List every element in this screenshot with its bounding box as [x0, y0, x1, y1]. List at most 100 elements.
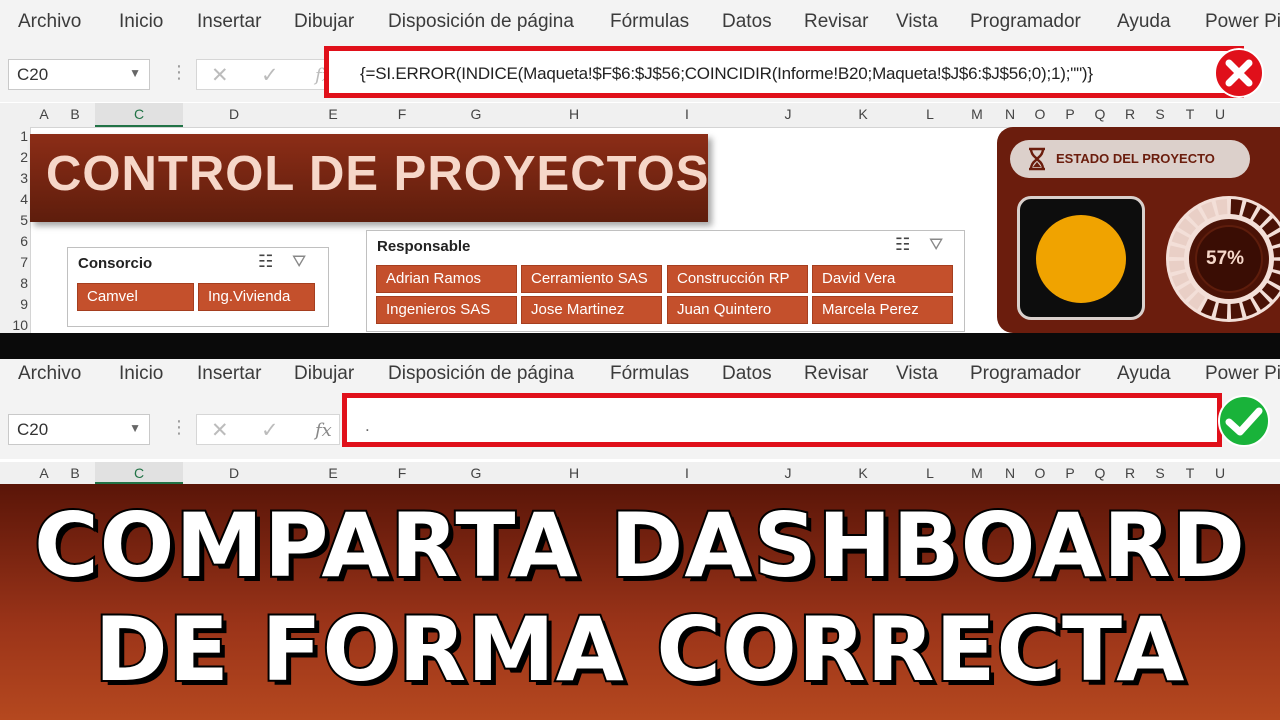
slicer-item[interactable]: Ingenieros SAS	[376, 296, 517, 324]
chevron-down-icon[interactable]: ▼	[129, 421, 141, 435]
row-header[interactable]: 8	[0, 275, 28, 291]
tab-datos[interactable]: Datos	[722, 11, 772, 33]
row-header[interactable]: 7	[0, 254, 28, 270]
column-header[interactable]: N	[1000, 106, 1020, 122]
column-header[interactable]: K	[854, 465, 872, 481]
column-header[interactable]: F	[392, 106, 412, 122]
multi-select-icon[interactable]: ☷	[895, 235, 910, 255]
row-header[interactable]: 9	[0, 296, 28, 312]
tab-ayuda[interactable]: Ayuda	[1117, 11, 1171, 33]
column-header[interactable]: P	[1060, 106, 1080, 122]
tab-programador[interactable]: Programador	[970, 11, 1081, 33]
column-header[interactable]: Q	[1090, 465, 1110, 481]
name-box[interactable]: C20 ▼	[8, 414, 150, 445]
tab-dibujar[interactable]: Dibujar	[294, 363, 354, 385]
slicer-item-ing-vivienda[interactable]: Ing.Vivienda	[198, 283, 315, 311]
formula-bar-highlight-bottom[interactable]	[342, 393, 1222, 447]
tab-formulas[interactable]: Fórmulas	[610, 363, 689, 385]
tab-revisar[interactable]: Revisar	[804, 363, 868, 385]
column-header[interactable]: O	[1030, 465, 1050, 481]
column-header[interactable]: G	[466, 106, 486, 122]
column-header[interactable]: I	[680, 106, 694, 122]
drag-handle-icon[interactable]: ⋮	[170, 62, 188, 83]
slicer-item[interactable]: Cerramiento SAS	[521, 265, 662, 293]
check-icon[interactable]: ✓	[261, 418, 279, 443]
row-header[interactable]: 10	[0, 317, 28, 333]
column-header[interactable]: Q	[1090, 106, 1110, 122]
row-header[interactable]: 3	[0, 170, 28, 186]
cancel-icon[interactable]: ✕	[211, 418, 229, 443]
tab-inicio[interactable]: Inicio	[119, 363, 163, 385]
column-header[interactable]: R	[1120, 465, 1140, 481]
column-header[interactable]: T	[1180, 465, 1200, 481]
column-header[interactable]: N	[1000, 465, 1020, 481]
column-header[interactable]: O	[1030, 106, 1050, 122]
column-header[interactable]: G	[466, 465, 486, 481]
slicer-item[interactable]: Construcción RP	[667, 265, 808, 293]
multi-select-icon[interactable]: ☷	[258, 252, 273, 272]
column-header[interactable]: B	[65, 465, 85, 481]
column-header[interactable]: I	[680, 465, 694, 481]
drag-handle-icon[interactable]: ⋮	[170, 417, 188, 438]
column-header[interactable]: A	[36, 106, 52, 122]
tab-dibujar[interactable]: Dibujar	[294, 11, 354, 33]
clear-filter-icon[interactable]: ⛛	[292, 252, 306, 272]
column-header[interactable]: D	[190, 465, 278, 481]
tab-archivo[interactable]: Archivo	[18, 363, 81, 385]
slicer-item-camvel[interactable]: Camvel	[77, 283, 194, 311]
column-header[interactable]: H	[564, 106, 584, 122]
column-header[interactable]: L	[922, 106, 938, 122]
clear-filter-icon[interactable]: ⛛	[929, 235, 943, 255]
column-header-selected[interactable]: C	[95, 103, 183, 127]
column-header[interactable]: F	[392, 465, 412, 481]
tab-insertar[interactable]: Insertar	[197, 11, 261, 33]
row-header[interactable]: 6	[0, 233, 28, 249]
column-header[interactable]: T	[1180, 106, 1200, 122]
formula-text-bottom[interactable]: .	[365, 416, 370, 436]
name-box[interactable]: C20 ▼	[8, 59, 150, 90]
column-header[interactable]: K	[854, 106, 872, 122]
tab-vista[interactable]: Vista	[896, 11, 938, 33]
chevron-down-icon[interactable]: ▼	[129, 66, 141, 80]
tab-ayuda[interactable]: Ayuda	[1117, 363, 1171, 385]
column-header[interactable]: U	[1210, 106, 1230, 122]
column-header[interactable]: S	[1150, 106, 1170, 122]
column-header[interactable]: U	[1210, 465, 1230, 481]
tab-inicio[interactable]: Inicio	[119, 11, 163, 33]
row-header[interactable]: 1	[0, 128, 28, 144]
slicer-item[interactable]: David Vera	[812, 265, 953, 293]
slicer-item[interactable]: Jose Martinez	[521, 296, 662, 324]
tab-formulas[interactable]: Fórmulas	[610, 11, 689, 33]
row-header[interactable]: 5	[0, 212, 28, 228]
tab-revisar[interactable]: Revisar	[804, 11, 868, 33]
tab-disposicion[interactable]: Disposición de página	[388, 11, 574, 33]
slicer-item[interactable]: Adrian Ramos	[376, 265, 517, 293]
tab-vista[interactable]: Vista	[896, 363, 938, 385]
column-header[interactable]: R	[1120, 106, 1140, 122]
column-header[interactable]: S	[1150, 465, 1170, 481]
column-header[interactable]: J	[780, 465, 796, 481]
slicer-item[interactable]: Marcela Perez	[812, 296, 953, 324]
column-header[interactable]: B	[65, 106, 85, 122]
tab-programador[interactable]: Programador	[970, 363, 1081, 385]
column-header[interactable]: M	[966, 465, 988, 481]
column-header[interactable]: J	[780, 106, 796, 122]
column-header[interactable]: L	[922, 465, 938, 481]
tab-insertar[interactable]: Insertar	[197, 363, 261, 385]
tab-archivo[interactable]: Archivo	[18, 11, 81, 33]
tab-powerpivot[interactable]: Power Pi	[1205, 11, 1280, 33]
row-header[interactable]: 4	[0, 191, 28, 207]
column-header[interactable]: H	[564, 465, 584, 481]
column-header-selected[interactable]: C	[95, 462, 183, 484]
cancel-icon[interactable]: ✕	[211, 63, 229, 88]
row-header[interactable]: 2	[0, 149, 28, 165]
tab-datos[interactable]: Datos	[722, 363, 772, 385]
column-header[interactable]: E	[318, 106, 348, 122]
check-icon[interactable]: ✓	[261, 63, 279, 88]
formula-text-top[interactable]: {=SI.ERROR(INDICE(Maqueta!$F$6:$J$56;COI…	[360, 64, 1093, 84]
column-header[interactable]: M	[966, 106, 988, 122]
column-header[interactable]: A	[36, 465, 52, 481]
column-header[interactable]: D	[190, 106, 278, 122]
column-header[interactable]: P	[1060, 465, 1080, 481]
column-header[interactable]: E	[318, 465, 348, 481]
